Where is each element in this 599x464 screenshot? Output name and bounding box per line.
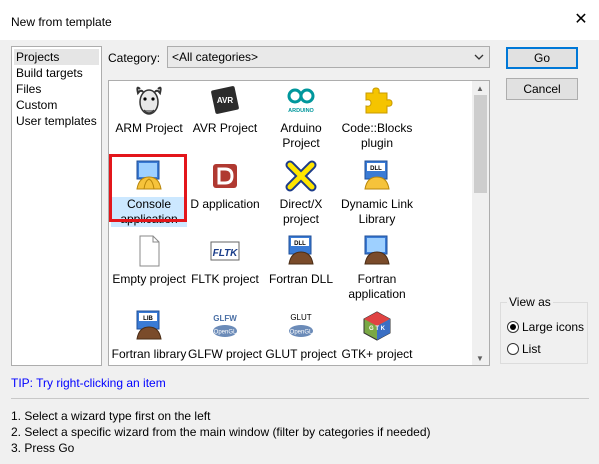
gtk-icon: G T K: [363, 311, 391, 341]
template-fortran-library[interactable]: LIB Fortran library: [111, 309, 187, 362]
template-label: GTK+ project: [341, 347, 413, 361]
directx-icon: [285, 160, 317, 192]
category-item-user-templates[interactable]: User templates: [14, 113, 99, 129]
glut-icon: GLUT OpenGL: [289, 313, 313, 337]
template-label: Direct/X project: [279, 197, 323, 226]
glut-icon-text: GLUT: [290, 313, 311, 322]
category-label: Category:: [108, 51, 161, 65]
template-label: Fortran library: [111, 347, 187, 361]
template-arm-project[interactable]: ARM Project: [111, 83, 187, 136]
template-arduino-project[interactable]: ARDUINO Arduino Project: [263, 83, 339, 151]
view-as-group: View as Large icons List: [500, 295, 588, 364]
radio-label: Large icons: [522, 320, 585, 334]
gnu-gnu-icon: [136, 86, 162, 115]
category-dropdown-value: <All categories>: [172, 50, 259, 64]
radio-checked-icon[interactable]: [507, 321, 519, 333]
scroll-down-icon[interactable]: ▼: [476, 354, 484, 363]
template-label: AVR Project: [192, 121, 258, 135]
category-item-projects[interactable]: Projects: [14, 49, 99, 65]
template-grid[interactable]: ARM Project AVR AVR Project ARDUINO Ardu…: [108, 80, 490, 366]
arduino-logo-text: ARDUINO: [288, 108, 314, 114]
template-empty-project[interactable]: Empty project: [111, 234, 187, 287]
radio-label: List: [522, 342, 541, 356]
chevron-down-icon: [474, 54, 484, 60]
template-directx-project[interactable]: Direct/X project: [263, 159, 339, 227]
dll-icon-text: DLL: [370, 166, 382, 172]
lib-icon-text: LIB: [143, 316, 153, 322]
category-item-build-targets[interactable]: Build targets: [14, 65, 99, 81]
category-item-custom[interactable]: Custom: [14, 97, 99, 113]
large-icons-radio[interactable]: Large icons: [507, 319, 584, 335]
template-fortran-application[interactable]: Fortran application: [339, 234, 415, 302]
go-button[interactable]: Go: [506, 47, 578, 69]
template-grid-scrollbar[interactable]: ▲ ▼: [472, 81, 489, 365]
template-glut-project[interactable]: GLUT OpenGL GLUT project: [263, 309, 339, 362]
dll-icon: DLL: [364, 160, 390, 190]
template-d-application[interactable]: D application: [187, 159, 263, 212]
template-label: Empty project: [112, 272, 186, 286]
template-label: Fortran application: [348, 272, 406, 301]
tip-text: TIP: Try right-clicking an item: [11, 376, 166, 390]
category-dropdown[interactable]: <All categories>: [167, 46, 490, 68]
close-icon[interactable]: ✕: [573, 12, 589, 28]
gtk-icon-text: G T K: [369, 326, 386, 332]
scroll-up-icon[interactable]: ▲: [476, 84, 484, 93]
glfw-icon-text: GLFW: [213, 314, 237, 323]
fortran-dll-icon: DLL: [288, 235, 314, 265]
window-title: New from template: [11, 15, 112, 29]
template-label: ARM Project: [115, 121, 183, 135]
d-language-icon: [213, 164, 237, 188]
list-radio[interactable]: List: [507, 341, 541, 357]
template-avr-project[interactable]: AVR AVR Project: [187, 83, 263, 136]
radio-unchecked-icon[interactable]: [507, 343, 519, 355]
template-fortran-dll[interactable]: DLL Fortran DLL: [263, 234, 339, 287]
template-codeblocks-plugin[interactable]: Code::Blocks plugin: [339, 83, 415, 151]
instruction-line: 1. Select a wizard type first on the lef…: [11, 409, 211, 423]
fortran-app-icon: [364, 235, 390, 265]
avr-chip-text: AVR: [217, 96, 234, 105]
view-as-legend: View as: [507, 295, 553, 309]
template-label: GLUT project: [265, 347, 337, 361]
fortran-lib-icon: LIB: [136, 310, 162, 340]
opengl-icon-text: OpenGL: [290, 330, 313, 336]
cancel-button[interactable]: Cancel: [506, 78, 578, 100]
opengl-icon-text: OpenGL: [214, 330, 237, 336]
template-label: Code::Blocks plugin: [341, 121, 413, 150]
template-category-list[interactable]: Projects Build targets Files Custom User…: [11, 46, 102, 366]
template-label: GLFW project: [187, 347, 262, 361]
fltk-icon: FLTK: [210, 241, 240, 261]
template-glfw-project[interactable]: GLFW OpenGL GLFW project: [187, 309, 263, 362]
arduino-icon: ARDUINO: [287, 88, 315, 114]
avr-chip-icon: AVR: [211, 86, 239, 114]
fltk-icon-text: FLTK: [213, 248, 239, 259]
template-label: Dynamic Link Library: [340, 197, 414, 226]
instruction-line: 3. Press Go: [11, 441, 75, 455]
category-item-files[interactable]: Files: [14, 81, 99, 97]
template-label: FLTK project: [191, 272, 259, 286]
dll-icon-text: DLL: [294, 241, 306, 247]
template-fltk-project[interactable]: FLTK FLTK project: [187, 234, 263, 287]
glfw-icon: GLFW OpenGL: [213, 314, 237, 337]
divider: [11, 398, 589, 399]
selection-highlight-box: [109, 154, 187, 222]
template-label: Arduino Project: [280, 121, 322, 150]
blank-page-icon: [139, 235, 160, 267]
template-gtk-project[interactable]: G T K GTK+ project: [339, 309, 415, 362]
puzzle-piece-icon: [365, 87, 393, 114]
template-label: D application: [190, 197, 260, 211]
template-dynamic-link-library[interactable]: DLL Dynamic Link Library: [339, 159, 415, 227]
instruction-line: 2. Select a specific wizard from the mai…: [11, 425, 431, 439]
template-label: Fortran DLL: [268, 272, 334, 286]
scrollbar-thumb[interactable]: [474, 95, 487, 193]
